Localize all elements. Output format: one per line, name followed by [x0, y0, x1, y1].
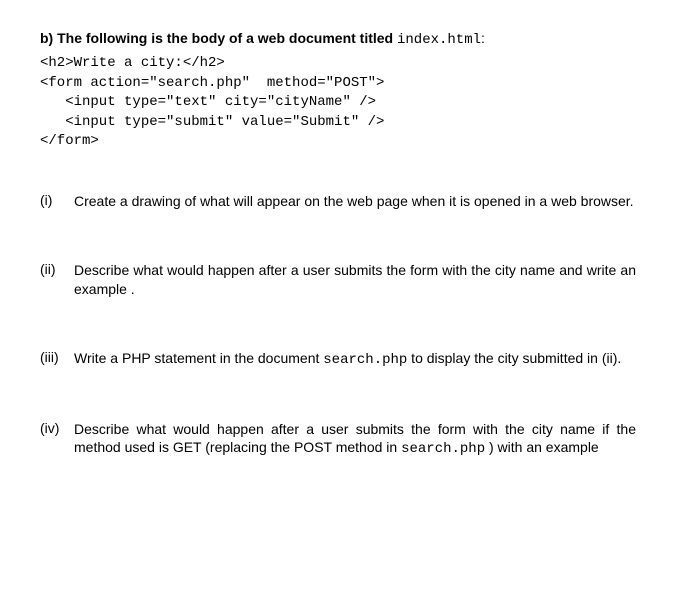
part-label: b): [40, 30, 53, 46]
q4-code: search.php: [401, 441, 485, 457]
q3-code: search.php: [323, 352, 407, 368]
question-iii: (iii) Write a PHP statement in the docum…: [40, 349, 636, 370]
code-line-5: </form>: [40, 133, 99, 149]
intro-colon: :: [481, 30, 485, 46]
code-line-2: <form action="search.php" method="POST">: [40, 75, 384, 91]
question-text: Describe what would happen after a user …: [74, 261, 636, 299]
code-line-1: <h2>Write a city:</h2>: [40, 55, 225, 71]
code-block: <h2>Write a city:</h2> <form action="sea…: [40, 54, 636, 152]
question-marker: (i): [40, 192, 74, 208]
intro-lead: The following is the body of a web docum…: [57, 30, 397, 46]
question-marker: (ii): [40, 261, 74, 277]
question-i: (i) Create a drawing of what will appear…: [40, 192, 636, 211]
question-text: Create a drawing of what will appear on …: [74, 192, 636, 211]
q4-after: ) with an example: [485, 439, 599, 455]
code-line-3: <input type="text" city="cityName" />: [40, 94, 376, 110]
q3-before: Write a PHP statement in the document: [74, 350, 323, 366]
code-line-4: <input type="submit" value="Submit" />: [40, 114, 384, 130]
q3-after: to display the city submitted in (ii).: [407, 350, 621, 366]
question-text: Describe what would happen after a user …: [74, 420, 636, 460]
question-text: Write a PHP statement in the document se…: [74, 349, 636, 370]
question-ii: (ii) Describe what would happen after a …: [40, 261, 636, 299]
question-marker: (iv): [40, 420, 74, 436]
question-marker: (iii): [40, 349, 74, 365]
intro-line: b) The following is the body of a web do…: [40, 30, 636, 48]
intro-filename: index.html: [397, 32, 481, 48]
question-iv: (iv) Describe what would happen after a …: [40, 420, 636, 460]
